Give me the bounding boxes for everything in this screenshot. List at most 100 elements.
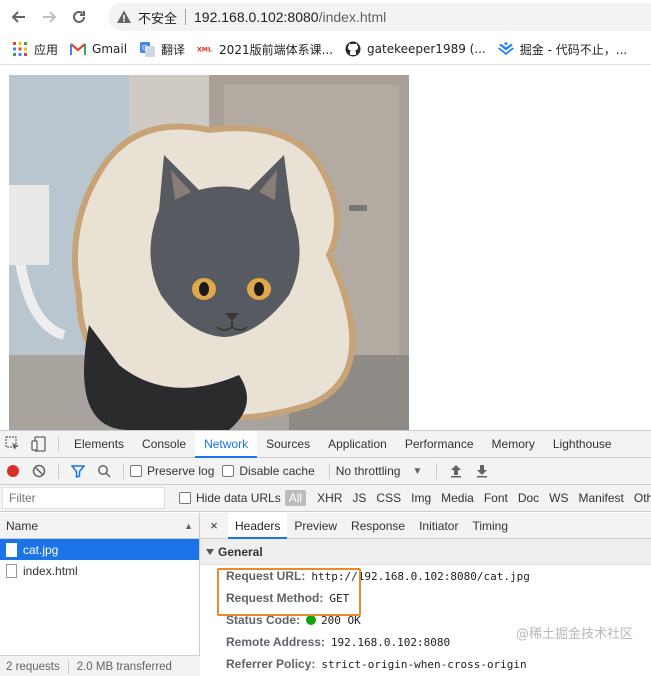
- bookmark-label: 2021版前端体系课...: [219, 42, 334, 57]
- bookmark-translate[interactable]: G 翻译: [139, 41, 185, 58]
- throttling-value: No throttling: [335, 464, 401, 478]
- svg-text:XML: XML: [197, 47, 212, 54]
- tab-preview[interactable]: Preview: [287, 513, 344, 539]
- github-icon: [345, 41, 361, 57]
- bookmark-label: 应用: [34, 42, 59, 57]
- filter-type-css[interactable]: CSS: [371, 491, 406, 505]
- security-label[interactable]: 不安全: [138, 8, 177, 27]
- throttling-select[interactable]: No throttling ▼: [336, 464, 423, 478]
- filter-type-doc[interactable]: Doc: [513, 491, 544, 505]
- filter-type-img[interactable]: Img: [406, 491, 436, 505]
- tab-console[interactable]: Console: [133, 431, 195, 458]
- separator: [58, 436, 59, 452]
- tab-elements[interactable]: Elements: [65, 431, 133, 458]
- reload-button[interactable]: [68, 6, 90, 28]
- address-bar[interactable]: 不安全 192.168.0.102:8080/index.html: [108, 3, 651, 31]
- separator: [58, 463, 59, 479]
- cat-photo: [9, 75, 409, 430]
- close-details-button[interactable]: ×: [200, 518, 228, 533]
- general-section-header[interactable]: General: [200, 539, 651, 565]
- device-toolbar-button[interactable]: [26, 431, 52, 458]
- import-har-button[interactable]: [443, 458, 469, 485]
- bookmark-gmail[interactable]: Gmail: [70, 41, 127, 57]
- tab-response[interactable]: Response: [344, 513, 412, 539]
- export-har-button[interactable]: [469, 458, 495, 485]
- xml-icon: XML: [197, 41, 213, 57]
- request-list: Name ▲ cat.jpg index.html 2 requests 2.0…: [0, 513, 200, 676]
- checkbox-box[interactable]: [130, 465, 142, 477]
- juejin-icon: [497, 41, 514, 57]
- tab-timing[interactable]: Timing: [465, 513, 515, 539]
- request-name: index.html: [23, 563, 78, 578]
- clear-icon: [32, 464, 46, 478]
- tab-lighthouse[interactable]: Lighthouse: [544, 431, 621, 458]
- request-name: cat.jpg: [23, 542, 59, 557]
- tab-network[interactable]: Network: [195, 430, 258, 458]
- forward-button[interactable]: [38, 6, 60, 28]
- hide-data-urls-label: Hide data URLs: [196, 491, 281, 505]
- tab-initiator[interactable]: Initiator: [412, 513, 465, 539]
- filter-type-all[interactable]: All: [284, 490, 307, 506]
- network-body: Name ▲ cat.jpg index.html 2 requests 2.0…: [0, 512, 651, 676]
- svg-text:G: G: [142, 44, 147, 52]
- filter-type-media[interactable]: Media: [436, 491, 479, 505]
- filter-type-other[interactable]: Other: [629, 491, 651, 505]
- device-icon: [31, 436, 46, 452]
- network-summary: 2 requests 2.0 MB transferred: [0, 655, 200, 676]
- disable-cache-checkbox[interactable]: Disable cache: [222, 464, 315, 478]
- tab-headers[interactable]: Headers: [228, 512, 288, 539]
- arrow-right-icon: [43, 11, 57, 23]
- warning-icon[interactable]: [116, 9, 132, 25]
- tab-memory[interactable]: Memory: [483, 431, 544, 458]
- filter-type-js[interactable]: JS: [347, 491, 371, 505]
- inspect-element-button[interactable]: [0, 431, 26, 458]
- separator: [123, 463, 124, 479]
- search-icon: [98, 465, 111, 478]
- upload-icon: [451, 465, 462, 478]
- filter-input[interactable]: [2, 487, 165, 509]
- tab-application[interactable]: Application: [319, 431, 396, 458]
- clear-button[interactable]: [26, 458, 52, 485]
- filter-toggle-button[interactable]: [65, 458, 91, 485]
- filter-type-ws[interactable]: WS: [544, 491, 573, 505]
- url-path: /index.html: [318, 9, 387, 25]
- bookmark-apps[interactable]: 应用: [12, 41, 58, 58]
- filter-type-font[interactable]: Font: [479, 491, 513, 505]
- checkbox-box[interactable]: [179, 492, 191, 504]
- record-icon: [7, 465, 19, 477]
- tab-sources[interactable]: Sources: [257, 431, 319, 458]
- inspect-cursor-icon: [5, 436, 19, 450]
- checkbox-box[interactable]: [222, 465, 235, 477]
- section-title: General: [218, 544, 263, 559]
- sort-ascending-icon: ▲: [184, 520, 193, 531]
- preserve-log-checkbox[interactable]: Preserve log: [130, 464, 214, 478]
- header-value: strict-origin-when-cross-origin: [321, 657, 527, 671]
- filter-type-xhr[interactable]: XHR: [312, 491, 347, 505]
- browser-toolbar: 不安全 192.168.0.102:8080/index.html: [0, 0, 651, 34]
- search-button[interactable]: [91, 458, 117, 485]
- gmail-icon: [70, 41, 87, 57]
- separator: [328, 463, 330, 479]
- download-icon: [477, 465, 488, 478]
- chrome-divider: [0, 64, 651, 65]
- separator: [436, 463, 438, 479]
- bookmark-label: gatekeeper1989 (...: [367, 42, 486, 56]
- filter-type-manifest[interactable]: Manifest: [574, 491, 629, 505]
- bookmark-label: 翻译: [161, 42, 186, 57]
- reload-icon: [73, 10, 85, 23]
- record-button[interactable]: [0, 458, 26, 485]
- file-icon: [6, 542, 17, 557]
- bookmark-juejin[interactable]: 掘金 - 代码不止，...: [497, 41, 627, 58]
- bookmark-label: Gmail: [92, 42, 128, 56]
- details-tab-bar: × Headers Preview Response Initiator Tim…: [200, 512, 651, 539]
- tab-performance[interactable]: Performance: [396, 431, 483, 458]
- request-row[interactable]: index.html: [0, 560, 199, 581]
- bookmark-github[interactable]: gatekeeper1989 (...: [345, 41, 486, 57]
- bookmark-course[interactable]: XML 2021版前端体系课...: [197, 41, 333, 58]
- back-button[interactable]: [8, 6, 30, 28]
- highlight-annotation: [217, 568, 361, 616]
- name-column-header[interactable]: Name ▲: [0, 513, 199, 539]
- request-row[interactable]: cat.jpg: [0, 539, 199, 560]
- request-details: × Headers Preview Response Initiator Tim…: [200, 512, 651, 676]
- hide-data-urls-checkbox[interactable]: Hide data URLs: [179, 491, 281, 505]
